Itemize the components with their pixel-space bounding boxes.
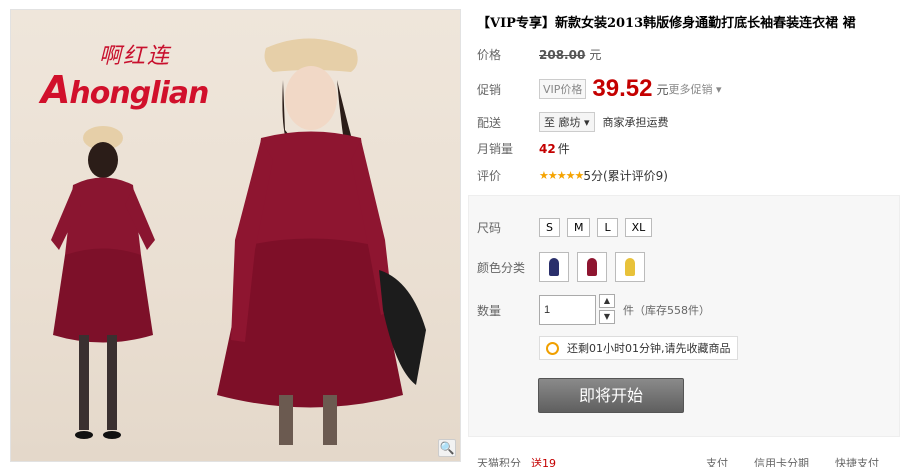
shipping-note: 商家承担运费 [602,116,669,129]
vip-price-tag: VIP价格 [539,79,587,99]
promo-price: 39.52 [592,75,653,102]
color-row: 颜色分类 [477,252,653,282]
footer-row: 天猫积分 送19 支付 信用卡分期 快捷支付 [477,455,900,467]
points-label: 天猫积分 [477,457,521,467]
price-unit: 元 [589,48,602,62]
credit-installment[interactable]: 信用卡分期 [754,455,809,467]
quantity-input[interactable] [539,295,596,325]
reminder-tip: 还剩01小时01分钟,请先收藏商品 [539,336,738,360]
coming-soon-button[interactable]: 即将开始 [538,378,684,413]
rating-link[interactable]: 5分(累计评价9) [583,167,668,184]
size-option-s[interactable]: S [539,218,560,237]
promo-label: 促销 [477,82,502,97]
points-value: 送19 [531,457,556,467]
size-label: 尺码 [477,221,502,235]
promo-unit: 元 [656,82,669,97]
sales-count: 42 [539,141,556,156]
payment-label: 支付 [706,457,728,467]
more-promotions-link[interactable]: 更多促销 ▾ [668,81,721,97]
reminder-text: 还剩01小时01分钟,请先收藏商品 [567,342,731,355]
sales-label: 月销量 [477,142,514,156]
quantity-row: 数量 ▲ ▼ 件（库存558件） [477,294,710,326]
size-option-l[interactable]: L [597,218,618,237]
sales-row: 月销量 42 件 [477,140,570,157]
delivery-row: 配送 至 廊坊 ▾ 商家承担运费 [477,112,669,132]
rating-stars-icon: ★★★★★ [539,169,584,182]
delivery-location-select[interactable]: 至 廊坊 ▾ [539,112,595,132]
decrement-icon[interactable]: ▼ [599,310,615,324]
size-option-m[interactable]: M [566,218,591,237]
original-price: 208.00 [539,47,586,62]
price-label: 价格 [477,48,502,62]
chevron-down-icon: ▾ [584,116,590,129]
model-illustration [51,38,426,445]
color-swatch-navy[interactable] [539,252,569,282]
increment-icon[interactable]: ▲ [599,294,615,308]
price-row: 价格 208.00 元 [477,46,601,63]
promo-row: 促销 VIP价格 39.52 元 更多促销 ▾ [477,75,722,103]
stock-text: 件（库存558件） [623,304,710,317]
color-label: 颜色分类 [477,260,526,275]
start-row: 即将开始 [538,378,684,413]
color-swatch-yellow[interactable] [615,252,645,282]
quantity-stepper: ▲ ▼ [599,294,615,326]
size-row: 尺码 S M L XL [477,218,659,237]
quantity-label: 数量 [477,303,502,318]
zoom-icon[interactable]: 🔍 [438,439,456,457]
product-title: 【VIP专享】新款女装2013韩版修身通勤打底长袖春装连衣裙 裙 [477,16,856,31]
rating-row: 评价 ★★★★★ 5分(累计评价9) [477,167,668,184]
product-image[interactable]: 啊红连 Ahonglian 🔍 [10,9,461,462]
sales-unit: 件 [557,142,570,156]
size-option-xl[interactable]: XL [624,218,653,237]
quick-pay[interactable]: 快捷支付 [835,455,879,467]
delivery-label: 配送 [477,115,502,130]
rating-label: 评价 [477,169,502,183]
color-swatch-red[interactable] [577,252,607,282]
chevron-down-icon: ▾ [715,83,722,96]
lightbulb-icon [546,341,559,355]
